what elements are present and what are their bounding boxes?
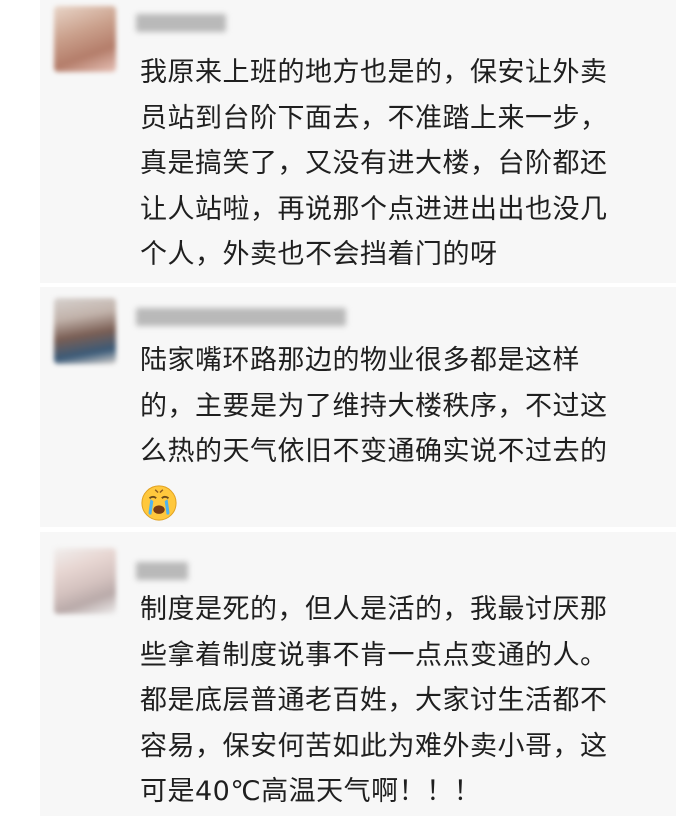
comment-card: 我原来上班的地方也是的，保安让外卖 员站到台阶下面去，不准踏上来一步， 真是搞笑… bbox=[40, 0, 676, 283]
username-blurred[interactable] bbox=[136, 562, 188, 580]
comment-feed: 我原来上班的地方也是的，保安让外卖 员站到台阶下面去，不准踏上来一步， 真是搞笑… bbox=[0, 0, 676, 816]
avatar[interactable] bbox=[54, 6, 116, 72]
comment-line: 容易，保安何苦如此为难外卖小哥，这 bbox=[140, 730, 608, 762]
comment-line: 真是搞笑了，又没有进大楼，台阶都还 bbox=[140, 148, 608, 179]
comment-line: 我原来上班的地方也是的，保安让外卖 bbox=[140, 57, 608, 88]
comment-line: 可是40℃高温天气啊！！！ bbox=[140, 776, 482, 807]
username-blurred[interactable] bbox=[136, 308, 346, 326]
username-blurred[interactable] bbox=[136, 14, 226, 32]
comment-line: 的，主要是为了维持大楼秩序，不过这 bbox=[140, 390, 608, 422]
comment-line: 陆家嘴环路那边的物业很多都是这样 bbox=[140, 345, 580, 376]
crying-face-emoji bbox=[141, 485, 177, 521]
avatar[interactable] bbox=[54, 298, 116, 364]
comment-line: 么热的天气依旧不变通确实说不过去的 bbox=[140, 436, 608, 467]
avatar[interactable] bbox=[54, 548, 116, 614]
comment-line: 都是底层普通老百姓，大家讨生活都不 bbox=[140, 685, 608, 716]
comment-line: 制度是死的，但人是活的，我最讨厌那 bbox=[140, 594, 608, 625]
comment-card: 制度是死的，但人是活的，我最讨厌那 些拿着制度说事不肯一点点变通的人。 都是底层… bbox=[40, 532, 676, 816]
comment-text: 制度是死的，但人是活的，我最讨厌那 些拿着制度说事不肯一点点变通的人。 都是底层… bbox=[140, 587, 660, 815]
comment-text: 我原来上班的地方也是的，保安让外卖 员站到台阶下面去，不准踏上来一步， 真是搞笑… bbox=[140, 50, 660, 278]
comment-line: 些拿着制度说事不肯一点点变通的人。 bbox=[140, 639, 608, 671]
comment-card: 陆家嘴环路那边的物业很多都是这样 的，主要是为了维持大楼秩序，不过这 么热的天气… bbox=[40, 287, 676, 527]
comment-line: 员站到台阶下面去，不准踏上来一步， bbox=[140, 102, 608, 134]
comment-text: 陆家嘴环路那边的物业很多都是这样 的，主要是为了维持大楼秩序，不过这 么热的天气… bbox=[140, 338, 660, 475]
comment-line: 让人站啦，再说那个点进进出出也没几 bbox=[140, 193, 608, 225]
comment-line: 个人，外卖也不会挡着门的呀 bbox=[140, 239, 498, 270]
